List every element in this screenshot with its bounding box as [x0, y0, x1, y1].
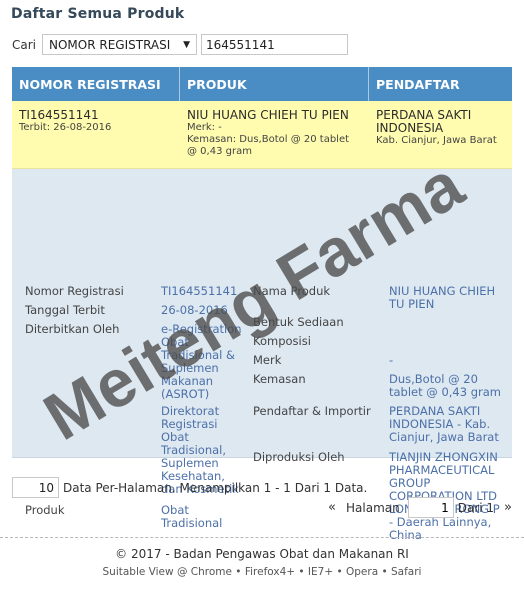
search-label: Cari: [12, 37, 36, 52]
registrant-name: PERDANA SAKTI INDONESIA: [376, 108, 472, 135]
per-page-row: Data Per-Halaman. Menampilkan 1 - 1 Dari…: [12, 477, 367, 498]
detail-label-nama-produk: Nama Produk: [253, 284, 331, 298]
detail-label-diproduksi-oleh: Diproduksi Oleh: [253, 450, 345, 464]
cell-registration: TI164551141 Terbit: 26-08-2016: [12, 101, 180, 168]
detail-label-komposisi: Komposisi: [253, 334, 311, 348]
search-field-selected: NOMOR REGISTRASI: [49, 37, 171, 52]
page-total: Dari 1: [457, 500, 495, 515]
column-header-registrant[interactable]: PENDAFTAR: [369, 67, 512, 101]
search-field-select[interactable]: NOMOR REGISTRASI ▼: [42, 34, 197, 55]
next-page-icon[interactable]: »: [504, 500, 512, 515]
detail-value-merk: -: [389, 353, 394, 367]
detail-label-produk: Produk: [25, 503, 65, 517]
cell-product: NIU HUANG CHIEH TU PIEN Merk: - Kemasan:…: [180, 101, 369, 168]
product-merk: Merk: -: [187, 122, 222, 133]
table-header: NOMOR REGISTRASI PRODUK PENDAFTAR: [12, 67, 512, 101]
detail-value-tanggal-terbit: 26-08-2016: [161, 303, 228, 317]
detail-value-nama-produk: NIU HUANG CHIEH TU PIEN: [389, 284, 496, 311]
search-input[interactable]: [201, 34, 348, 55]
page-navigation: « Halaman Dari 1 »: [328, 497, 512, 518]
footer-copyright: © 2017 - Badan Pengawas Obat dan Makanan…: [115, 547, 409, 561]
detail-label-kemasan: Kemasan: [253, 372, 306, 386]
registration-number: TI164551141: [19, 108, 99, 122]
detail-label-pendaftar-importir: Pendaftar & Importir: [253, 404, 371, 418]
footer-browser-note: Suitable View @ Chrome • Firefox4+ • IE7…: [102, 566, 422, 578]
detail-label-tanggal-terbit: Tanggal Terbit: [25, 303, 105, 317]
column-header-product[interactable]: PRODUK: [180, 67, 369, 101]
halaman-label: Halaman: [346, 500, 400, 515]
detail-label-bentuk-sediaan: Bentuk Sediaan: [253, 315, 344, 329]
product-kemasan: Kemasan: Dus,Botol @ 20 tablet @ 0,43 gr…: [187, 134, 350, 157]
registrant-city: Kab. Cianjur, Jawa Barat: [376, 135, 497, 146]
product-name: NIU HUANG CHIEH TU PIEN: [187, 108, 349, 122]
prev-page-icon[interactable]: «: [328, 500, 336, 515]
chevron-down-icon: ▼: [183, 39, 190, 50]
search-bar: Cari NOMOR REGISTRASI ▼: [12, 34, 348, 55]
detail-label-merk: Merk: [253, 353, 282, 367]
detail-value-kemasan: Dus,Botol @ 20 tablet @ 0,43 gram: [389, 372, 501, 399]
detail-panel: Nomor Registrasi Tanggal Terbit Diterbit…: [12, 169, 512, 542]
per-page-input[interactable]: [12, 477, 59, 498]
table-row[interactable]: TI164551141 Terbit: 26-08-2016 NIU HUANG…: [12, 101, 512, 169]
results-table: NOMOR REGISTRASI PRODUK PENDAFTAR TI1645…: [12, 67, 512, 542]
page-number-input[interactable]: [407, 497, 454, 518]
detail-value-nomor-registrasi: TI164551141: [161, 284, 238, 298]
column-header-registration[interactable]: NOMOR REGISTRASI: [12, 67, 180, 101]
detail-label-nomor-registrasi: Nomor Registrasi: [25, 284, 124, 298]
registration-date: Terbit: 26-08-2016: [19, 122, 112, 133]
page-title: Daftar Semua Produk: [11, 6, 185, 22]
footer-divider: [0, 537, 524, 538]
detail-value-pendaftar-importir: PERDANA SAKTI INDONESIA - Kab. Cianjur, …: [389, 404, 499, 444]
pagination-summary: Data Per-Halaman. Menampilkan 1 - 1 Dari…: [63, 480, 368, 495]
cell-registrant: PERDANA SAKTI INDONESIA Kab. Cianjur, Ja…: [369, 101, 512, 168]
detail-value-diterbitkan-oleh-1: e-Registration Obat Tradisional & Suplem…: [161, 322, 242, 401]
detail-label-diterbitkan-oleh: Diterbitkan Oleh: [25, 322, 120, 336]
detail-value-produk: Obat Tradisional: [161, 503, 223, 530]
